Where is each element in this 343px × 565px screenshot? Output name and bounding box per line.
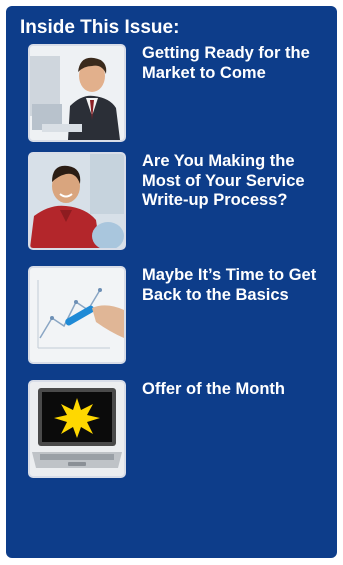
article-title[interactable]: Getting Ready for the Market to Come	[142, 44, 337, 83]
article-title[interactable]: Are You Making the Most of Your Service …	[142, 152, 337, 211]
smiling-man-red-shirt-icon[interactable]	[28, 152, 126, 250]
laptop-starburst-icon[interactable]	[28, 380, 126, 478]
businessman-at-computer-icon[interactable]	[28, 44, 126, 142]
chart-presentation-icon[interactable]	[28, 266, 126, 364]
article-title[interactable]: Maybe It’s Time to Get Back to the Basic…	[142, 266, 337, 305]
issue-panel: Inside This Issue: Getting Ready for the…	[6, 6, 337, 558]
article-title[interactable]: Offer of the Month	[142, 380, 337, 400]
panel-heading: Inside This Issue:	[20, 17, 180, 38]
